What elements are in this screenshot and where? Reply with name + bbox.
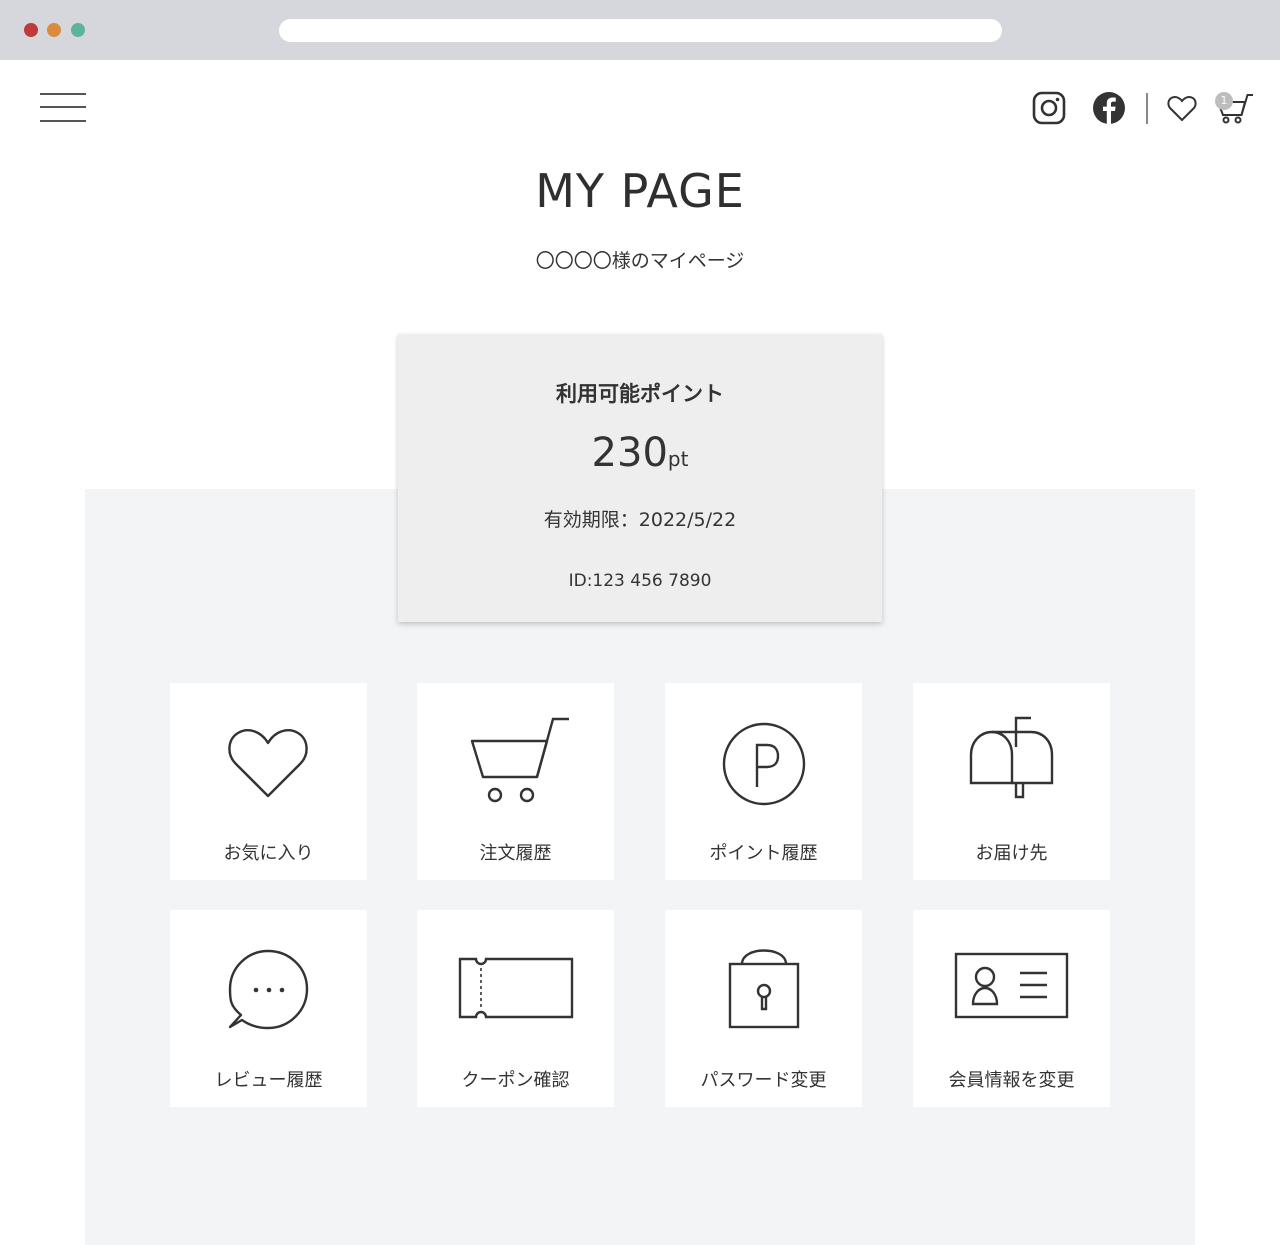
- points-expiry: 有効期限：2022/5/22: [398, 505, 882, 532]
- menu-tile-favorites[interactable]: お気に入り: [170, 683, 367, 880]
- menu-tile-label: ポイント履歴: [709, 843, 818, 864]
- menu-tile-label: お気に入り: [223, 843, 314, 864]
- menu-tile-coupon[interactable]: クーポン確認: [417, 910, 614, 1107]
- window-close-dot[interactable]: [24, 23, 38, 37]
- window-minimize-dot[interactable]: [47, 23, 61, 37]
- cart-count-badge: 1: [1215, 92, 1233, 110]
- menu-tile-label: お届け先: [975, 843, 1048, 864]
- menu-tile-label: 会員情報を変更: [948, 1070, 1075, 1091]
- page-subtitle: 〇〇〇〇様のマイページ: [535, 250, 745, 272]
- points-unit: pt: [667, 447, 689, 471]
- window-maximize-dot[interactable]: [71, 23, 85, 37]
- menu-tile-point-history[interactable]: ポイント履歴: [665, 683, 862, 880]
- menu-tile-change-password[interactable]: パスワード変更: [665, 910, 862, 1107]
- points-value: 230pt: [398, 430, 882, 476]
- expiry-label: 有効期限：: [543, 509, 639, 531]
- member-id: ID:123 456 7890: [568, 571, 712, 591]
- page-title: MY PAGE: [535, 164, 745, 218]
- menu-tile-label: クーポン確認: [461, 1070, 570, 1091]
- hamburger-icon[interactable]: [40, 93, 86, 123]
- browser-chrome: [0, 0, 1280, 60]
- menu-tile-order-history[interactable]: 注文履歴: [417, 683, 614, 880]
- points-number: 230: [591, 430, 668, 476]
- facebook-icon[interactable]: [1091, 90, 1127, 126]
- points-label: 利用可能ポイント: [556, 382, 724, 406]
- address-bar[interactable]: [279, 19, 1002, 42]
- menu-tile-label: レビュー履歴: [214, 1070, 323, 1091]
- points-card: 利用可能ポイント 230pt 有効期限：2022/5/22 ID:123 456…: [398, 334, 882, 622]
- instagram-icon[interactable]: [1031, 90, 1067, 126]
- menu-tile-edit-member-info[interactable]: 会員情報を変更: [913, 910, 1110, 1107]
- header-divider: [1146, 93, 1148, 124]
- menu-tile-label: パスワード変更: [700, 1070, 827, 1091]
- menu-tile-review-history[interactable]: レビュー履歴: [170, 910, 367, 1107]
- heart-icon[interactable]: [1166, 92, 1198, 124]
- expiry-date: 2022/5/22: [638, 509, 737, 531]
- menu-tile-label: 注文履歴: [479, 843, 552, 864]
- menu-tile-shipping-address[interactable]: お届け先: [913, 683, 1110, 880]
